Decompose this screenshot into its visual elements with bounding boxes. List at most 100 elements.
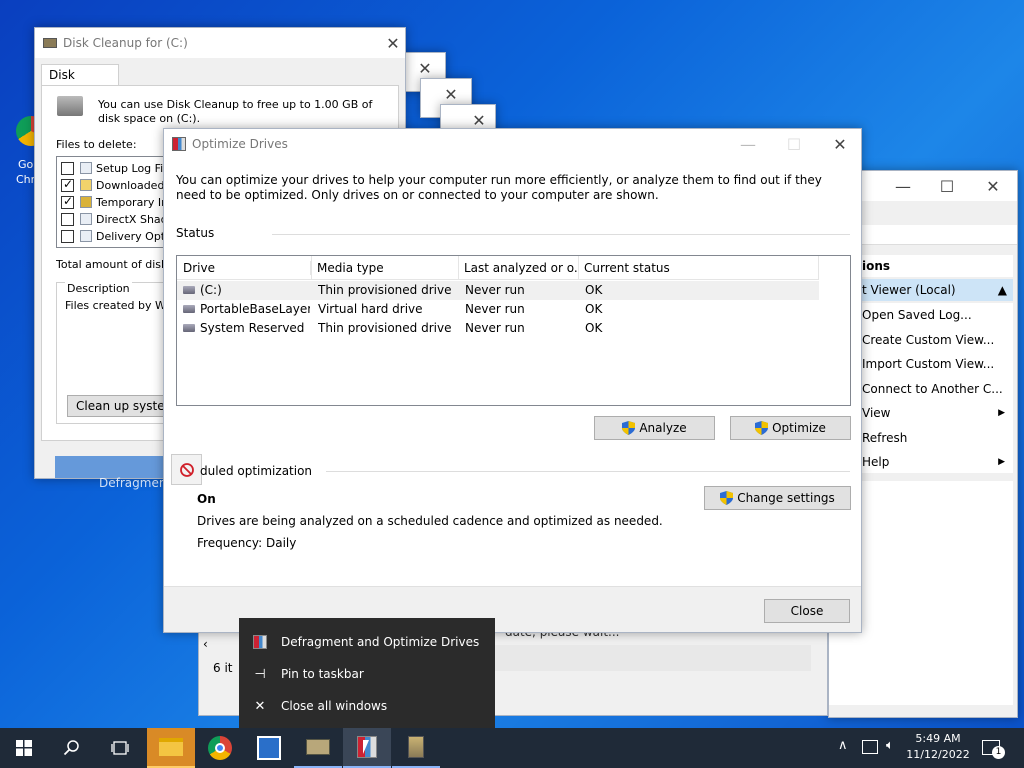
scheduled-description: Drives are being analyzed on a scheduled…	[197, 514, 663, 528]
desktop-shortcut-label-line2: Chr	[16, 173, 36, 186]
list-item[interactable]: Temporary Internet Files	[61, 194, 167, 210]
close-icon[interactable]: ✕	[820, 129, 860, 159]
close-icon: ✕	[254, 698, 266, 714]
uac-shield-icon	[755, 421, 769, 435]
analyze-button[interactable]: Analyze	[594, 416, 715, 440]
jump-list-label: Defragment and Optimize Drives	[281, 635, 480, 649]
defrag-icon	[172, 137, 186, 151]
scroll-left-icon[interactable]: ‹	[203, 637, 208, 651]
column-header-drive[interactable]: Drive	[183, 261, 311, 275]
jump-list-item[interactable]: ⊣ Pin to taskbar	[239, 658, 495, 690]
jump-list-label: Pin to taskbar	[281, 667, 364, 681]
action-label: Connect to Another C...	[862, 381, 1003, 396]
file-label: Downloaded Program Files	[96, 178, 167, 192]
volume-icon[interactable]: 🔈︎	[886, 738, 894, 753]
notifications-button[interactable]: 1	[982, 738, 1005, 759]
search-button[interactable]	[48, 728, 96, 768]
action-label: Refresh	[862, 430, 908, 445]
total-label: Total amount of disk space you gain:	[56, 258, 168, 271]
column-header-current-status[interactable]: Current status	[584, 261, 814, 275]
file-label: Setup Log Files	[96, 161, 167, 175]
jump-list-item[interactable]: Defragment and Optimize Drives	[239, 626, 495, 658]
tab-disk-cleanup[interactable]: Disk Cleanup	[41, 64, 119, 102]
list-item[interactable]: Downloaded Program Files	[61, 177, 167, 193]
uac-shield-icon	[622, 421, 636, 435]
cell-last: Never run	[465, 283, 525, 297]
taskbar-chrome[interactable]	[196, 728, 244, 768]
close-button[interactable]: Close	[764, 599, 850, 623]
cell-last: Never run	[465, 321, 525, 335]
scheduled-frequency: Frequency: Daily	[197, 536, 297, 550]
taskbar-optimize-drives[interactable]	[343, 728, 391, 768]
file-checkbox[interactable]	[61, 194, 74, 209]
action-label: Import Custom View...	[862, 357, 995, 371]
taskbar-store-app[interactable]	[245, 728, 293, 768]
column-header-last-analyzed[interactable]: Last analyzed or o...	[464, 261, 578, 275]
cell-media: Thin provisioned drive	[318, 321, 452, 335]
drive-icon	[57, 96, 83, 116]
show-hidden-icons-button[interactable]: ∧	[838, 738, 848, 753]
clock[interactable]: 5:49 AM 11/12/2022	[904, 731, 972, 763]
collapse-icon[interactable]: ▲	[998, 279, 1007, 301]
close-icon[interactable]: ✕	[373, 28, 413, 58]
intro-text: You can optimize your drives to help you…	[176, 173, 822, 202]
search-icon	[63, 740, 79, 756]
file-checkbox[interactable]	[61, 177, 74, 192]
blocked-icon	[171, 454, 202, 485]
minimize-icon[interactable]: —	[883, 171, 923, 201]
scheduled-label: duled optimization	[200, 464, 313, 478]
column-header-media-type[interactable]: Media type	[317, 261, 459, 275]
file-type-icon	[80, 213, 92, 225]
cell-drive: System Reserved	[200, 321, 305, 335]
notification-badge: 1	[992, 746, 1005, 759]
task-view-button[interactable]	[96, 728, 144, 768]
taskbar-jump-list: Defragment and Optimize Drives ⊣ Pin to ta…	[239, 618, 495, 728]
start-button[interactable]	[0, 728, 48, 768]
clock-time: 5:49 AM	[915, 732, 961, 745]
window-title: Optimize Drives	[192, 137, 288, 151]
file-checkbox[interactable]	[61, 212, 74, 226]
taskbar-disk-cleanup[interactable]	[294, 728, 342, 768]
change-settings-button[interactable]: Change settings	[704, 486, 851, 510]
list-item[interactable]: Delivery Optimization Files	[61, 228, 167, 244]
files-label: Files to delete:	[56, 138, 137, 151]
maximize-icon[interactable]: ☐	[927, 171, 967, 201]
file-type-icon	[80, 179, 92, 191]
file-label: Temporary Internet Files	[96, 195, 167, 209]
jump-list-label: Close all windows	[281, 699, 388, 713]
clock-date: 11/12/2022	[906, 748, 970, 761]
taskbar-file-explorer[interactable]	[147, 728, 195, 768]
status-label: Status	[176, 226, 215, 240]
table-row[interactable]: System Reserved Thin provisioned drive Nev…	[177, 319, 819, 338]
list-item[interactable]: DirectX Shader Cache	[61, 211, 167, 227]
network-icon[interactable]	[862, 740, 878, 754]
description-label: Description	[65, 282, 132, 295]
close-icon[interactable]: ✕	[973, 171, 1013, 201]
optimize-drives-window[interactable]: Optimize Drives — ☐ ✕ You can optimize y…	[163, 128, 862, 633]
file-type-icon	[80, 196, 92, 208]
table-row[interactable]: (C:) Thin provisioned drive Never run OK	[177, 281, 819, 300]
minimize-icon[interactable]: —	[728, 129, 768, 159]
item-count: 6 it	[213, 661, 233, 675]
table-row[interactable]: PortableBaseLayer ... Virtual hard drive N…	[177, 300, 819, 319]
file-label: DirectX Shader Cache	[96, 212, 167, 226]
folder-icon	[159, 738, 183, 756]
cell-drive: PortableBaseLayer ...	[200, 302, 310, 316]
actions-section-label: t Viewer (Local)	[862, 283, 956, 297]
optimize-button[interactable]: Optimize	[730, 416, 851, 440]
pin-icon: ⊣	[254, 666, 266, 682]
drives-table: Drive Media type Last analyzed or o... C…	[176, 255, 851, 406]
mouse-cursor-icon	[363, 740, 369, 754]
maximize-icon[interactable]: ☐	[774, 129, 814, 159]
list-item[interactable]: Setup Log Files	[61, 160, 167, 176]
file-type-icon	[80, 162, 92, 174]
windows-icon	[16, 740, 32, 756]
drive-icon	[183, 324, 195, 332]
taskbar-app-extra[interactable]	[392, 728, 440, 768]
cell-status: OK	[585, 321, 603, 335]
jump-list-item[interactable]: ✕ Close all windows	[239, 690, 495, 722]
file-checkbox[interactable]	[61, 229, 74, 243]
cell-drive: (C:)	[200, 283, 222, 297]
file-label: Delivery Optimization Files	[96, 229, 167, 243]
file-checkbox[interactable]	[61, 161, 74, 175]
